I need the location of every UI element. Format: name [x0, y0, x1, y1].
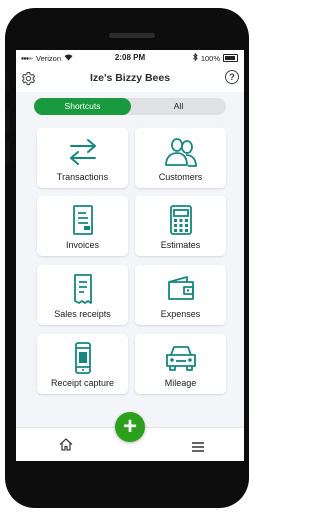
tab-shortcuts[interactable]: Shortcuts	[34, 98, 131, 115]
shortcut-label: Invoices	[65, 240, 100, 250]
shortcut-customers[interactable]: Customers	[135, 128, 226, 188]
home-icon[interactable]	[59, 438, 73, 456]
shortcut-label: Estimates	[160, 240, 201, 250]
phone-volume-up-button	[6, 108, 10, 134]
app-header: Ize's Bizzy Bees ?	[16, 66, 244, 92]
phone-speaker	[109, 33, 155, 38]
app-screen: Verizon 2:08 PM 100% Ize's Bizzy Bees ? …	[16, 50, 244, 461]
shortcut-label: Expenses	[160, 309, 201, 319]
shortcut-label: Customers	[158, 172, 203, 182]
shortcut-label: Mileage	[164, 378, 197, 388]
tab-all[interactable]: All	[131, 98, 226, 115]
company-title: Ize's Bizzy Bees	[89, 72, 171, 84]
car-icon	[165, 346, 196, 371]
shortcut-receipt-capture[interactable]: Receipt capture	[37, 334, 128, 394]
segmented-control: Shortcuts All	[34, 98, 226, 115]
calculator-icon	[169, 205, 192, 235]
battery-percent: 100%	[200, 53, 220, 63]
shortcut-sales-receipts[interactable]: Sales receipts	[37, 265, 128, 325]
bluetooth-icon	[192, 52, 198, 63]
invoice-document-icon	[72, 205, 93, 235]
help-icon[interactable]: ?	[225, 70, 239, 84]
phone-receipt-icon	[74, 342, 91, 374]
battery-icon	[223, 54, 238, 62]
shortcut-mileage[interactable]: Mileage	[135, 334, 226, 394]
shortcut-label: Transactions	[56, 172, 109, 182]
shortcut-label: Receipt capture	[50, 378, 115, 388]
phone-side-button	[6, 78, 10, 92]
wallet-icon	[167, 276, 194, 300]
phone-volume-down-button	[6, 140, 10, 166]
transfer-arrows-icon	[69, 139, 96, 165]
receipt-icon	[73, 274, 92, 304]
status-bar: Verizon 2:08 PM 100%	[16, 50, 244, 66]
shortcut-transactions[interactable]: Transactions	[37, 128, 128, 188]
people-icon	[164, 138, 197, 167]
menu-icon[interactable]	[192, 439, 204, 457]
shortcut-label: Sales receipts	[54, 309, 111, 319]
create-new-button[interactable]: +	[115, 412, 145, 442]
shortcut-expenses[interactable]: Expenses	[135, 265, 226, 325]
shortcut-invoices[interactable]: Invoices	[37, 196, 128, 256]
shortcut-estimates[interactable]: Estimates	[135, 196, 226, 256]
